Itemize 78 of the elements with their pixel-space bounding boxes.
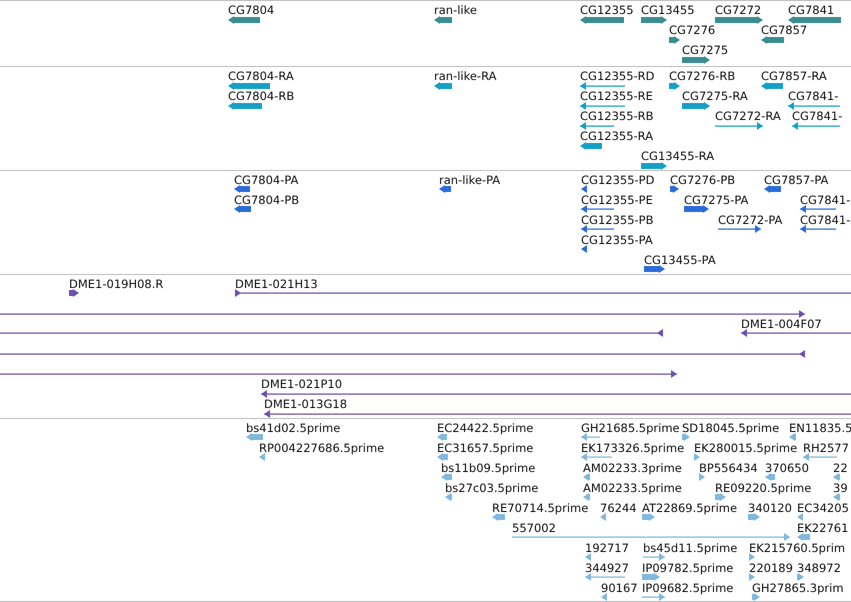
feature-label: bs11b09.5prime [441, 461, 536, 475]
feature-label: bs27c03.5prime [445, 481, 538, 495]
feature-label: CG7804-PB [234, 193, 300, 207]
feature-label: ran-like-PA [439, 173, 500, 187]
feature-label: CG7804 [228, 3, 274, 17]
feature-label: EC34205 [797, 501, 849, 515]
feature-label: CG7804-RB [228, 89, 294, 103]
feature-label: CG7841- [788, 89, 838, 103]
feature-label: GH21685.5prime [581, 421, 680, 435]
feature-label: ran-like-RA [434, 69, 496, 83]
feature-label: CG7272 [715, 3, 762, 17]
feature-label: CG12355-PB [581, 213, 654, 227]
feature-label: AT22869.5prime [642, 501, 738, 515]
feature-label: CG7804-RA [228, 69, 294, 83]
feature-label: AM02233.5prime [583, 481, 682, 495]
feature-label: 22 [833, 461, 848, 475]
feature-label: RH2577 [803, 441, 849, 455]
feature-label: RE09220.5prime [715, 481, 812, 495]
feature-label: 39 [833, 481, 848, 495]
feature-label: CG13455 [641, 3, 695, 17]
feature-label: CG7841- [800, 213, 850, 227]
feature-label: 344927 [585, 561, 629, 575]
feature-label: CG12355-PD [581, 173, 654, 187]
feature-label: DME1-019H08.R [69, 277, 164, 291]
feature-label: CG13455-PA [644, 253, 716, 267]
feature-label: IP09782.5prime [642, 561, 734, 575]
feature-label: CG7857-RA [761, 69, 827, 83]
feature-label: bs41d02.5prime [246, 421, 340, 435]
feature-label: CG7841- [792, 109, 842, 123]
feature-label: CG7804-PA [234, 173, 298, 187]
feature-label: 76244 [600, 501, 637, 515]
feature-label: CG12355-RA [580, 129, 654, 143]
feature-label: EK280015.5prime [694, 441, 798, 455]
feature-label: AM02233.3prime [583, 461, 682, 475]
feature-label: CG12355 [580, 3, 634, 17]
feature-label: CG7272-PA [718, 213, 782, 227]
feature-label: CG7276-RB [669, 69, 736, 83]
feature-label: bs45d11.5prime [643, 541, 738, 555]
feature-label: GH27865.3prim [752, 581, 844, 595]
feature-label: DME1-021P10 [261, 377, 342, 391]
feature-label: DME1-013G18 [264, 397, 348, 411]
feature-label: CG7841- [800, 193, 850, 207]
feature-label: CG7276 [669, 23, 716, 37]
feature-label: CG12355-RB [580, 109, 654, 123]
feature-label: RP004227686.5prime [259, 441, 384, 455]
feature-label: BP556434 [699, 461, 758, 475]
feature-label: EK215760.5prim [749, 541, 846, 555]
feature-label: SD18045.5prime [682, 421, 780, 435]
feature-label: CG7857 [761, 23, 808, 37]
feature-label: EC24422.5prime [437, 421, 534, 435]
feature-label: CG7272-RA [715, 109, 781, 123]
feature-label: RE70714.5prime [492, 501, 588, 515]
feature-label: EN11835.5 [789, 421, 851, 435]
feature-label: CG7275-RA [682, 89, 748, 103]
feature-label: 348972 [797, 561, 841, 575]
feature-label: ran-like [434, 3, 477, 17]
feature-label: CG7275-PA [684, 193, 748, 207]
feature-label: EC31657.5prime [437, 441, 534, 455]
feature-label: DME1-021H13 [235, 277, 318, 291]
feature-label: CG7841 [788, 3, 834, 17]
feature-label: EK22761 [797, 521, 848, 535]
feature-label: CG12355-RD [580, 69, 655, 83]
feature-label: CG7276-PB [670, 173, 736, 187]
feature-label: 192717 [585, 541, 629, 555]
feature-label: CG7275 [682, 43, 728, 57]
feature-label: DME1-004F07 [741, 317, 822, 331]
feature-label: CG12355-PE [581, 193, 653, 207]
feature-label: CG13455-RA [641, 149, 714, 163]
feature-label: IP09682.5prime [642, 581, 734, 595]
feature-label: 557002 [512, 521, 556, 535]
feature-label: 370650 [765, 461, 809, 475]
feature-label: CG7857-PA [764, 173, 828, 187]
feature-label: 340120 [748, 501, 792, 515]
feature-label: 90167 [601, 581, 638, 595]
feature-label: 220189 [749, 561, 793, 575]
feature-label: EK173326.5prime [581, 441, 684, 455]
feature-label: CG12355-RE [580, 89, 653, 103]
feature-label: CG12355-PA [581, 233, 653, 247]
